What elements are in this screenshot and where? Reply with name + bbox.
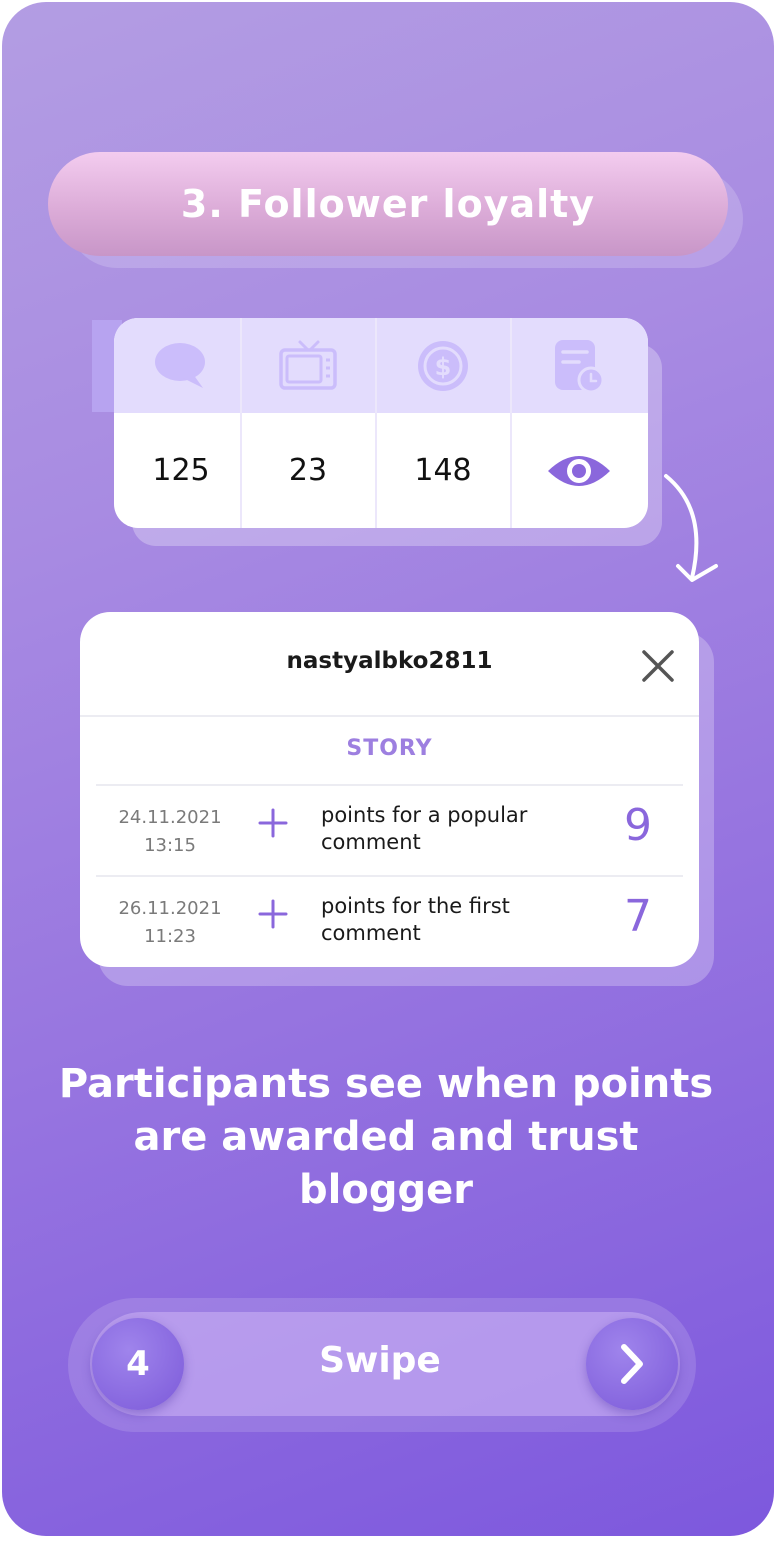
tv-icon: [278, 318, 338, 413]
header-divider: [80, 715, 699, 717]
stats-column-comments: 125: [114, 318, 248, 528]
stats-value-comments: 125: [152, 453, 210, 488]
step-title: 3. Follower loyalty: [48, 152, 728, 256]
row-date-day: 26.11.2021: [118, 898, 222, 919]
plus-icon: [258, 808, 288, 838]
history-card: nastyalbko2811 STORY 24.11.2021 13:15 po…: [80, 612, 699, 967]
stats-column-coins: $ 148: [376, 318, 510, 528]
stats-column-history: [512, 318, 646, 528]
view-history-button[interactable]: [546, 413, 612, 528]
history-row: 24.11.2021 13:15 points for a popular co…: [80, 786, 699, 874]
stats-column-tv: 23: [241, 318, 375, 528]
svg-text:$: $: [435, 353, 452, 381]
history-row: 26.11.2021 11:23 points for the first co…: [80, 877, 699, 965]
row-date-day: 24.11.2021: [118, 807, 222, 828]
curved-arrow-icon: [664, 474, 718, 582]
next-button[interactable]: [586, 1318, 678, 1410]
chevron-right-icon: [621, 1344, 643, 1384]
row-points: 9: [624, 800, 652, 851]
eye-icon: [548, 455, 610, 486]
row-date: 24.11.2021 13:15: [100, 804, 240, 860]
history-icon: [553, 318, 605, 413]
row-points: 7: [624, 891, 652, 942]
row-date-time: 13:15: [144, 835, 196, 856]
swipe-label: Swipe: [319, 1340, 441, 1381]
stats-card: 125 23 $ 148: [114, 318, 648, 528]
row-date: 26.11.2021 11:23: [100, 895, 240, 951]
caption-text: Participants see when points are awarded…: [58, 1061, 714, 1213]
plus-icon: [258, 899, 288, 929]
comment-bubble-icon: [153, 318, 209, 413]
history-username: nastyalbko2811: [286, 648, 493, 674]
row-date-time: 11:23: [144, 926, 196, 947]
stats-value-tv: 23: [288, 453, 328, 488]
row-description: points for a popular comment: [321, 803, 528, 854]
coin-icon: $: [416, 318, 470, 413]
page-number-badge: 4: [92, 1318, 184, 1410]
row-description: points for the first comment: [321, 894, 510, 945]
stats-value-coins: 148: [414, 453, 472, 488]
story-section-label: STORY: [346, 736, 433, 761]
close-icon[interactable]: [638, 646, 678, 686]
